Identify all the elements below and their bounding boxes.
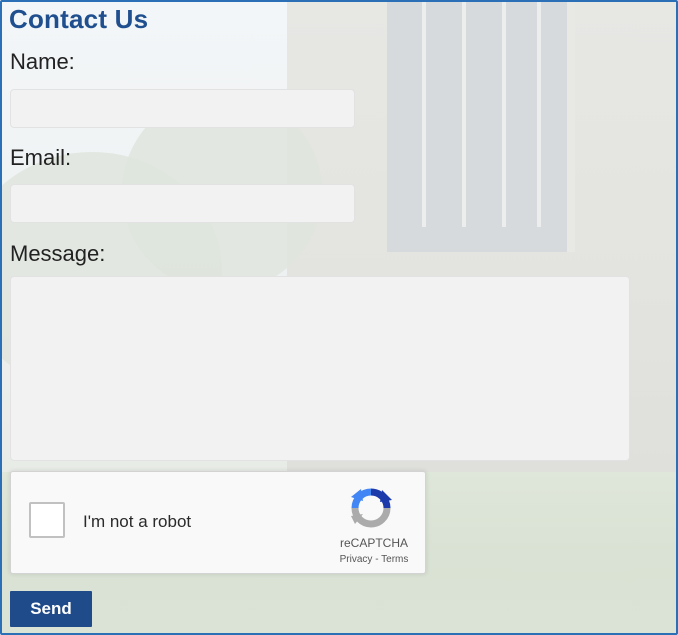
recaptcha-logo-icon [351, 488, 392, 528]
send-button[interactable]: Send [10, 591, 92, 627]
email-input[interactable] [10, 184, 355, 223]
recaptcha-links-separator: - [372, 554, 382, 565]
recaptcha-links: Privacy - Terms [329, 554, 419, 565]
message-textarea[interactable] [10, 276, 630, 461]
contact-form-panel: Contact Us Name: Email: Message: I'm not… [0, 0, 678, 635]
email-label: Email: [10, 145, 72, 170]
name-input[interactable] [10, 89, 355, 128]
message-label: Message: [10, 241, 106, 266]
recaptcha-brand: reCAPTCHA [339, 536, 408, 550]
page-title: Contact Us [9, 4, 149, 34]
name-label: Name: [10, 49, 75, 74]
recaptcha-widget: I'm not a robot reCAPTCHA Privacy - Term… [10, 471, 426, 574]
recaptcha-checkbox[interactable] [29, 502, 65, 538]
recaptcha-terms-link[interactable]: Terms [381, 554, 408, 565]
recaptcha-label: I'm not a robot [83, 512, 192, 531]
recaptcha-privacy-link[interactable]: Privacy [340, 554, 373, 565]
